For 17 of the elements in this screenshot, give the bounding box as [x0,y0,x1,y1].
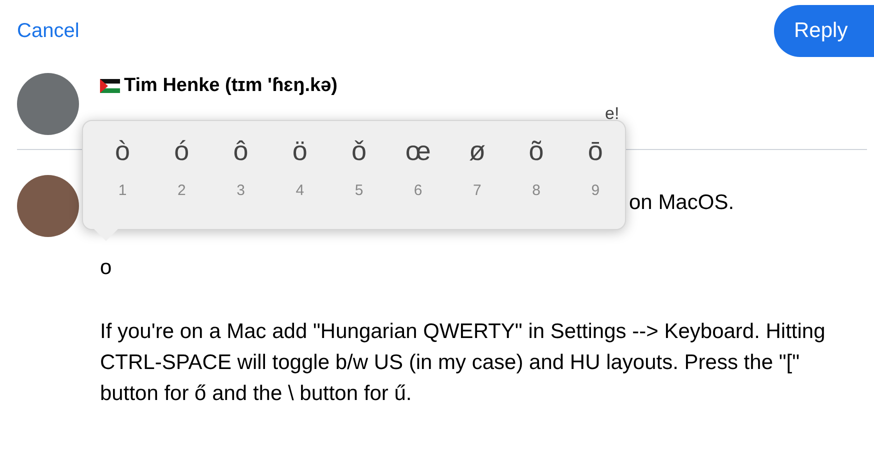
accent-option[interactable]: œ 6 [388,131,448,201]
accent-option[interactable]: ö 4 [270,131,330,201]
cancel-button[interactable]: Cancel [17,16,80,46]
accent-option[interactable]: ò 1 [93,131,152,201]
accent-option[interactable]: ó 2 [152,131,212,201]
accent-option[interactable]: ô 3 [211,131,270,201]
post-text: e! [605,103,620,125]
draft-text: If you're on a Mac add "Hungarian QWERTY" in Settings --> Keyboard. Hitting CTRL-SPACE will toggle b/w US (in my case) and HU layouts. Press the "[" button for ő and the \ button for ű. [100,319,826,407]
draft-text: on MacOS. [629,190,736,216]
author-name: Tim Henke (tɪm 'ɦɛŋ.kə) [124,74,338,98]
accent-option[interactable]: ō 9 [566,131,625,201]
accent-option[interactable]: ø 7 [448,131,507,201]
accent-option[interactable]: ǒ 5 [329,131,389,201]
draft-text: o [100,255,113,281]
accent-option[interactable]: õ 8 [506,131,566,201]
flag-icon [100,79,120,93]
reply-button[interactable]: Reply [774,5,874,57]
